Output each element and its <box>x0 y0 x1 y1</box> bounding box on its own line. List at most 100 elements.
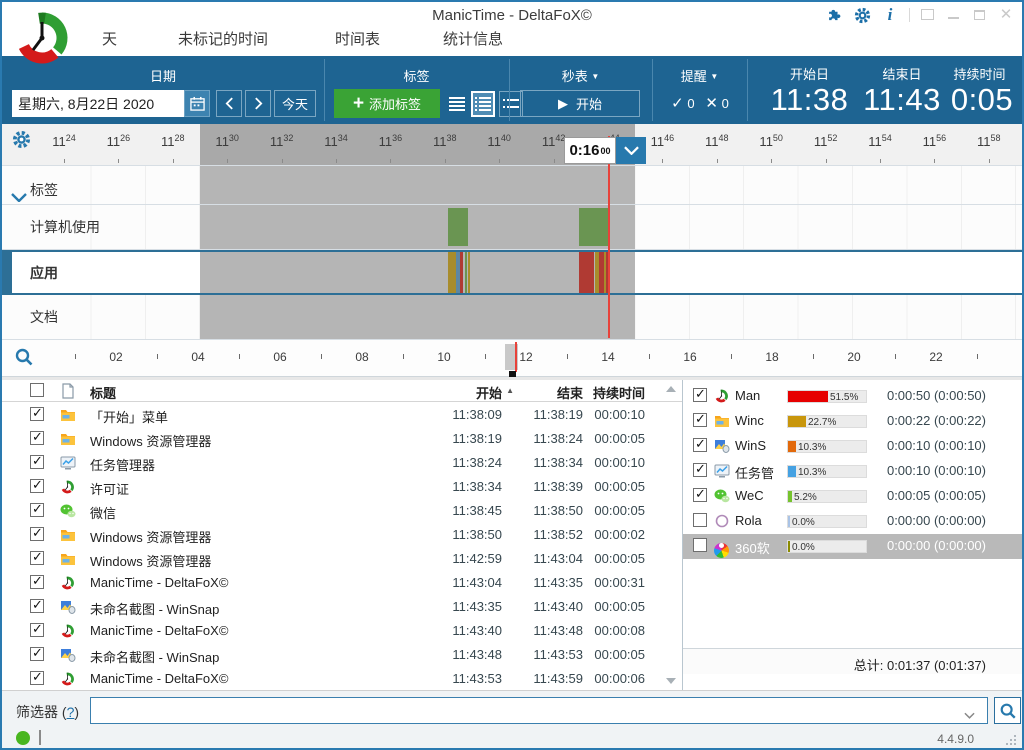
tab-day[interactable]: 天 <box>102 28 117 56</box>
row-checkbox[interactable] <box>30 479 44 493</box>
tab-statistics[interactable]: 统计信息 <box>443 28 503 56</box>
next-day-button[interactable] <box>245 90 271 117</box>
row-checkbox[interactable] <box>693 538 707 552</box>
search-icon[interactable] <box>994 697 1021 724</box>
app-usage-row[interactable]: Rola 0.0% 0:00:00 (0:00:00) <box>683 509 1022 534</box>
table-row[interactable]: Windows 资源管理器 11:42:59 11:43:04 00:00:05 <box>2 547 682 571</box>
tab-timesheet[interactable]: 时间表 <box>335 28 380 56</box>
plugins-icon[interactable] <box>825 6 843 24</box>
row-checkbox[interactable] <box>30 407 44 421</box>
table-row[interactable]: 任务管理器 11:38:24 11:38:34 00:00:10 <box>2 451 682 475</box>
chevron-down-icon[interactable] <box>616 137 646 164</box>
activity-table: 标题 开始 ▲ 结束 持续时间 「开始」菜单 11:38:09 11:38:19… <box>2 380 682 690</box>
app-usage-row[interactable]: Winc 22.7% 0:00:22 (0:00:22) <box>683 409 1022 434</box>
row-checkbox[interactable] <box>30 431 44 445</box>
table-row[interactable]: 微信 11:38:45 11:38:50 00:00:05 <box>2 499 682 523</box>
row-checkbox[interactable] <box>30 503 44 517</box>
scroll-down-arrow[interactable] <box>666 678 676 684</box>
reminder-section-label[interactable]: 提醒 ▼ <box>652 66 747 85</box>
activity-bar[interactable] <box>468 252 470 293</box>
table-row[interactable]: 未命名截图 - WinSnap 11:43:35 11:43:40 00:00:… <box>2 595 682 619</box>
table-row[interactable]: ManicTime - DeltaFoX© 11:43:04 11:43:35 … <box>2 571 682 595</box>
app-usage-row[interactable]: 任务管 10.3% 0:00:10 (0:00:10) <box>683 459 1022 484</box>
view-list-button[interactable] <box>445 91 469 117</box>
activity-bar[interactable] <box>460 252 463 293</box>
table-row[interactable]: Windows 资源管理器 11:38:50 11:38:52 00:00:02 <box>2 523 682 547</box>
table-row[interactable]: 「开始」菜单 11:38:09 11:38:19 00:00:10 <box>2 403 682 427</box>
chevron-down-icon[interactable] <box>964 706 975 724</box>
activity-bar[interactable] <box>579 208 608 246</box>
selection-region[interactable] <box>200 295 635 339</box>
calendar-icon[interactable] <box>184 90 210 117</box>
table-row[interactable]: 未命名截图 - WinSnap 11:43:48 11:43:53 00:00:… <box>2 643 682 667</box>
date-input[interactable] <box>12 90 184 117</box>
table-header[interactable]: 标题 开始 ▲ 结束 持续时间 <box>2 380 682 402</box>
row-checkbox[interactable] <box>30 551 44 565</box>
always-on-top-icon[interactable] <box>920 8 936 22</box>
usage-bar-fill <box>788 391 828 402</box>
timeline-row-computer-usage[interactable]: 计算机使用 <box>2 205 1022 250</box>
row-checkbox[interactable] <box>693 438 707 452</box>
timeline-ruler[interactable]: 1124112611281130113211341136113811401142… <box>2 124 1022 166</box>
timeline-settings-gear-icon[interactable] <box>12 130 31 149</box>
chevron-down-icon[interactable] <box>11 189 27 207</box>
selection-region[interactable] <box>200 205 635 249</box>
timeline-row-applications[interactable]: 应用 <box>2 250 1022 295</box>
usage-bar-track: 22.7% <box>787 415 867 428</box>
maximize-button[interactable] <box>972 8 988 22</box>
select-all-checkbox[interactable] <box>30 383 44 397</box>
row-checkbox[interactable] <box>30 527 44 541</box>
activity-bar[interactable] <box>448 208 468 246</box>
stopwatch-section-label[interactable]: 秒表 ▼ <box>509 66 652 85</box>
column-end[interactable]: 结束 <box>503 383 583 402</box>
today-button[interactable]: 今天 <box>274 90 316 117</box>
table-row[interactable]: Windows 资源管理器 11:38:19 11:38:24 00:00:05 <box>2 427 682 451</box>
row-checkbox[interactable] <box>693 488 707 502</box>
activity-bar[interactable] <box>579 252 594 293</box>
row-checkbox[interactable] <box>30 671 44 685</box>
zoom-magnifier-icon[interactable] <box>14 347 34 367</box>
timeline-row-tags[interactable]: 标签 <box>2 166 1022 205</box>
filter-input[interactable] <box>90 697 988 724</box>
splitter-handle[interactable] <box>39 730 41 745</box>
activity-title: 未命名截图 - WinSnap <box>90 599 432 618</box>
app-usage-row[interactable]: WeC 5.2% 0:00:05 (0:00:05) <box>683 484 1022 509</box>
selection-duration-box[interactable]: 0:1600 <box>564 137 646 164</box>
row-checkbox[interactable] <box>693 413 707 427</box>
table-row[interactable]: 许可证 11:38:34 11:38:39 00:00:05 <box>2 475 682 499</box>
selection-region[interactable] <box>200 252 635 293</box>
add-tag-button[interactable]: + 添加标签 <box>334 89 440 118</box>
row-checkbox[interactable] <box>30 455 44 469</box>
row-checkbox[interactable] <box>30 599 44 613</box>
column-duration[interactable]: 持续时间 <box>575 383 645 402</box>
column-start[interactable]: 开始 <box>412 383 502 402</box>
row-checkbox[interactable] <box>693 388 707 402</box>
app-usage-row[interactable]: WinS 10.3% 0:00:10 (0:00:10) <box>683 434 1022 459</box>
table-row[interactable]: ManicTime - DeltaFoX© 11:43:53 11:43:59 … <box>2 667 682 691</box>
column-title[interactable]: 标题 <box>90 383 432 402</box>
app-usage-row[interactable]: 360软 0.0% 0:00:00 (0:00:00) <box>683 534 1022 559</box>
minimize-button[interactable] <box>946 8 962 22</box>
activity-start: 11:38:50 <box>412 527 502 542</box>
row-checkbox[interactable] <box>30 647 44 661</box>
table-row[interactable]: ManicTime - DeltaFoX© 11:43:40 11:43:48 … <box>2 619 682 643</box>
close-button[interactable]: ✕ <box>998 8 1014 22</box>
tab-untagged-time[interactable]: 未标记的时间 <box>178 28 268 56</box>
scroll-up-arrow[interactable] <box>666 386 676 392</box>
settings-gear-icon[interactable] <box>853 6 871 24</box>
activity-bar[interactable] <box>599 252 604 293</box>
activity-bar[interactable] <box>448 252 456 293</box>
row-checkbox[interactable] <box>30 623 44 637</box>
prev-day-button[interactable] <box>216 90 242 117</box>
view-detail-button[interactable] <box>471 91 495 117</box>
row-checkbox[interactable] <box>693 513 707 527</box>
timeline-row-documents[interactable]: 文档 <box>2 295 1022 340</box>
selection-region[interactable] <box>200 166 635 204</box>
row-checkbox[interactable] <box>693 463 707 477</box>
app-usage-row[interactable]: Man 51.5% 0:00:50 (0:00:50) <box>683 384 1022 409</box>
info-icon[interactable]: i <box>881 6 899 24</box>
resize-grip[interactable] <box>1006 735 1016 745</box>
day-overview-ruler[interactable]: 0204060810121416182022 <box>2 340 1022 377</box>
row-checkbox[interactable] <box>30 575 44 589</box>
stopwatch-start-button[interactable]: ▶ 开始 <box>520 90 640 117</box>
